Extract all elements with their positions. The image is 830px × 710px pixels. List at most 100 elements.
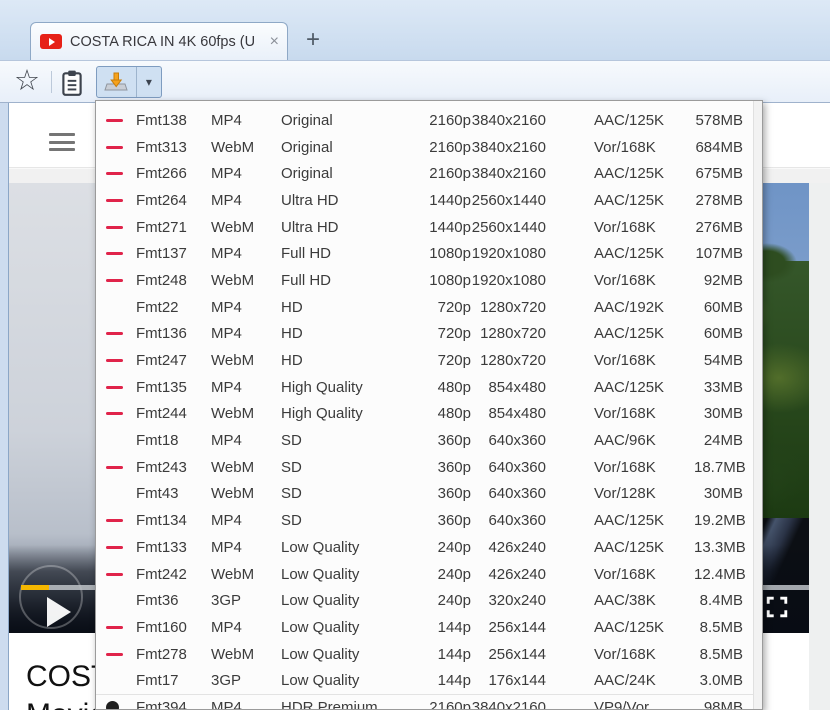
dash-format-icon (106, 118, 123, 122)
format-row[interactable]: Fmt160 MP4 Low Quality 144p 256x144 AAC/… (96, 614, 753, 641)
dash-format-icon (106, 145, 123, 149)
format-row[interactable]: Fmt18 MP4 SD 360p 640x360 AAC/96K 24MB (96, 427, 753, 454)
format-audio-cell: AAC/125K (594, 618, 665, 636)
format-size-cell: 3.0MB (699, 672, 743, 690)
format-row[interactable]: Fmt247 WebM HD 720p 1280x720 Vor/168K 54… (96, 347, 753, 374)
format-row[interactable]: Fmt133 MP4 Low Quality 240p 426x240 AAC/… (96, 534, 753, 561)
format-resolution-cell: 240p (437, 538, 471, 556)
format-container-cell: WebM (211, 458, 255, 476)
format-name-cell: Fmt248 (136, 271, 187, 289)
format-name-cell: Fmt133 (136, 538, 187, 556)
popup-scrollbar[interactable] (753, 101, 762, 709)
format-dimensions-cell: 1920x1080 (471, 271, 546, 289)
format-row[interactable]: Fmt22 MP4 HD 720p 1280x720 AAC/192K 60MB (96, 294, 753, 321)
format-row[interactable]: Fmt244 WebM High Quality 480p 854x480 Vo… (96, 401, 753, 428)
format-name-cell: Fmt394 (136, 699, 187, 710)
browser-tab[interactable]: COSTA RICA IN 4K 60fps (U × (30, 22, 288, 60)
new-tab-button[interactable]: + (300, 28, 326, 54)
dash-format-icon (106, 412, 123, 416)
format-size-cell: 33MB (703, 378, 743, 396)
format-row[interactable]: Fmt242 WebM Low Quality 240p 426x240 Vor… (96, 561, 753, 588)
format-name-cell: Fmt278 (136, 645, 187, 663)
downloader-split-button: ▾ (96, 66, 162, 98)
format-quality-cell: SD (281, 458, 302, 476)
format-name-cell: Fmt36 (136, 592, 179, 610)
format-row[interactable]: Fmt43 WebM SD 360p 640x360 Vor/128K 30MB (96, 481, 753, 508)
progress-bar-played[interactable] (21, 585, 49, 590)
format-audio-cell: AAC/24K (594, 672, 656, 690)
format-quality-cell: Original (281, 111, 333, 129)
downloader-button[interactable] (97, 67, 136, 97)
format-audio-cell: AAC/125K (594, 191, 665, 209)
format-name-cell: Fmt264 (136, 191, 187, 209)
bookmark-star-icon[interactable]: ☆ (14, 66, 40, 96)
format-size-cell: 92MB (703, 271, 743, 289)
format-row[interactable]: Fmt17 3GP Low Quality 144p 176x144 AAC/2… (96, 667, 753, 694)
dash-format-icon (106, 332, 123, 336)
format-resolution-cell: 720p (437, 352, 471, 370)
format-quality-cell: Low Quality (281, 538, 360, 556)
format-size-cell: 13.3MB (694, 538, 746, 556)
format-size-cell: 8.5MB (699, 645, 743, 663)
format-container-cell: MP4 (211, 245, 242, 263)
fullscreen-icon[interactable] (766, 595, 788, 624)
format-name-cell: Fmt137 (136, 245, 187, 263)
hamburger-menu-icon[interactable] (49, 133, 75, 151)
format-dimensions-cell: 256x144 (488, 618, 546, 636)
format-size-cell: 98MB (703, 699, 743, 710)
format-row[interactable]: Fmt243 WebM SD 360p 640x360 Vor/168K 18.… (96, 454, 753, 481)
format-dimensions-cell: 320x240 (488, 592, 546, 610)
format-resolution-cell: 720p (437, 298, 471, 316)
format-resolution-cell: 1080p (429, 245, 471, 263)
downloader-dropdown-button[interactable]: ▾ (135, 67, 161, 97)
format-container-cell: MP4 (211, 432, 242, 450)
format-row[interactable]: Fmt271 WebM Ultra HD 1440p 2560x1440 Vor… (96, 214, 753, 241)
format-row[interactable]: Fmt135 MP4 High Quality 480p 854x480 AAC… (96, 374, 753, 401)
format-name-cell: Fmt266 (136, 165, 187, 183)
format-quality-cell: Original (281, 165, 333, 183)
format-row[interactable]: Fmt313 WebM Original 2160p 3840x2160 Vor… (96, 134, 753, 161)
format-name-cell: Fmt135 (136, 378, 187, 396)
format-container-cell: 3GP (211, 592, 242, 610)
format-name-cell: Fmt138 (136, 111, 187, 129)
tab-close-icon[interactable]: × (270, 33, 279, 50)
video-title: COSTA RICA IN 4K 60fps (U (26, 660, 96, 693)
format-size-cell: 30MB (703, 485, 743, 503)
format-name-cell: Fmt242 (136, 565, 187, 583)
format-row[interactable]: Fmt134 MP4 SD 360p 640x360 AAC/125K 19.2… (96, 507, 753, 534)
clipboard-icon[interactable] (59, 69, 85, 102)
play-button-icon[interactable] (47, 597, 71, 627)
format-row[interactable]: Fmt394 MP4 HDR Premium 2160p 3840x2160 V… (96, 694, 753, 710)
format-row[interactable]: Fmt36 3GP Low Quality 240p 320x240 AAC/3… (96, 587, 753, 614)
format-audio-cell: Vor/168K (594, 458, 656, 476)
format-resolution-cell: 360p (437, 432, 471, 450)
format-size-cell: 19.2MB (694, 512, 746, 530)
format-size-cell: 8.4MB (699, 592, 743, 610)
format-row[interactable]: Fmt264 MP4 Ultra HD 1440p 2560x1440 AAC/… (96, 187, 753, 214)
format-list: Fmt138 MP4 Original 2160p 3840x2160 AAC/… (96, 101, 753, 710)
format-row[interactable]: Fmt266 MP4 Original 2160p 3840x2160 AAC/… (96, 160, 753, 187)
youtube-favicon-icon (40, 34, 62, 49)
format-name-cell: Fmt17 (136, 672, 179, 690)
format-row[interactable]: Fmt278 WebM Low Quality 144p 256x144 Vor… (96, 641, 753, 668)
format-quality-cell: Low Quality (281, 672, 360, 690)
format-container-cell: MP4 (211, 699, 242, 710)
format-row[interactable]: Fmt248 WebM Full HD 1080p 1920x1080 Vor/… (96, 267, 753, 294)
format-quality-cell: High Quality (281, 378, 363, 396)
format-row[interactable]: Fmt137 MP4 Full HD 1080p 1920x1080 AAC/1… (96, 240, 753, 267)
format-quality-cell: HD (281, 325, 303, 343)
format-size-cell: 684MB (695, 138, 743, 156)
dash-format-icon (106, 278, 123, 282)
format-row[interactable]: Fmt138 MP4 Original 2160p 3840x2160 AAC/… (96, 107, 753, 134)
format-resolution-cell: 2160p (429, 165, 471, 183)
format-audio-cell: AAC/192K (594, 298, 665, 316)
format-container-cell: MP4 (211, 538, 242, 556)
format-dimensions-cell: 1280x720 (480, 298, 546, 316)
format-size-cell: 276MB (695, 218, 743, 236)
format-container-cell: WebM (211, 405, 255, 423)
format-resolution-cell: 360p (437, 485, 471, 503)
format-size-cell: 24MB (703, 432, 743, 450)
format-row[interactable]: Fmt136 MP4 HD 720p 1280x720 AAC/125K 60M… (96, 321, 753, 348)
format-container-cell: MP4 (211, 378, 242, 396)
format-name-cell: Fmt243 (136, 458, 187, 476)
